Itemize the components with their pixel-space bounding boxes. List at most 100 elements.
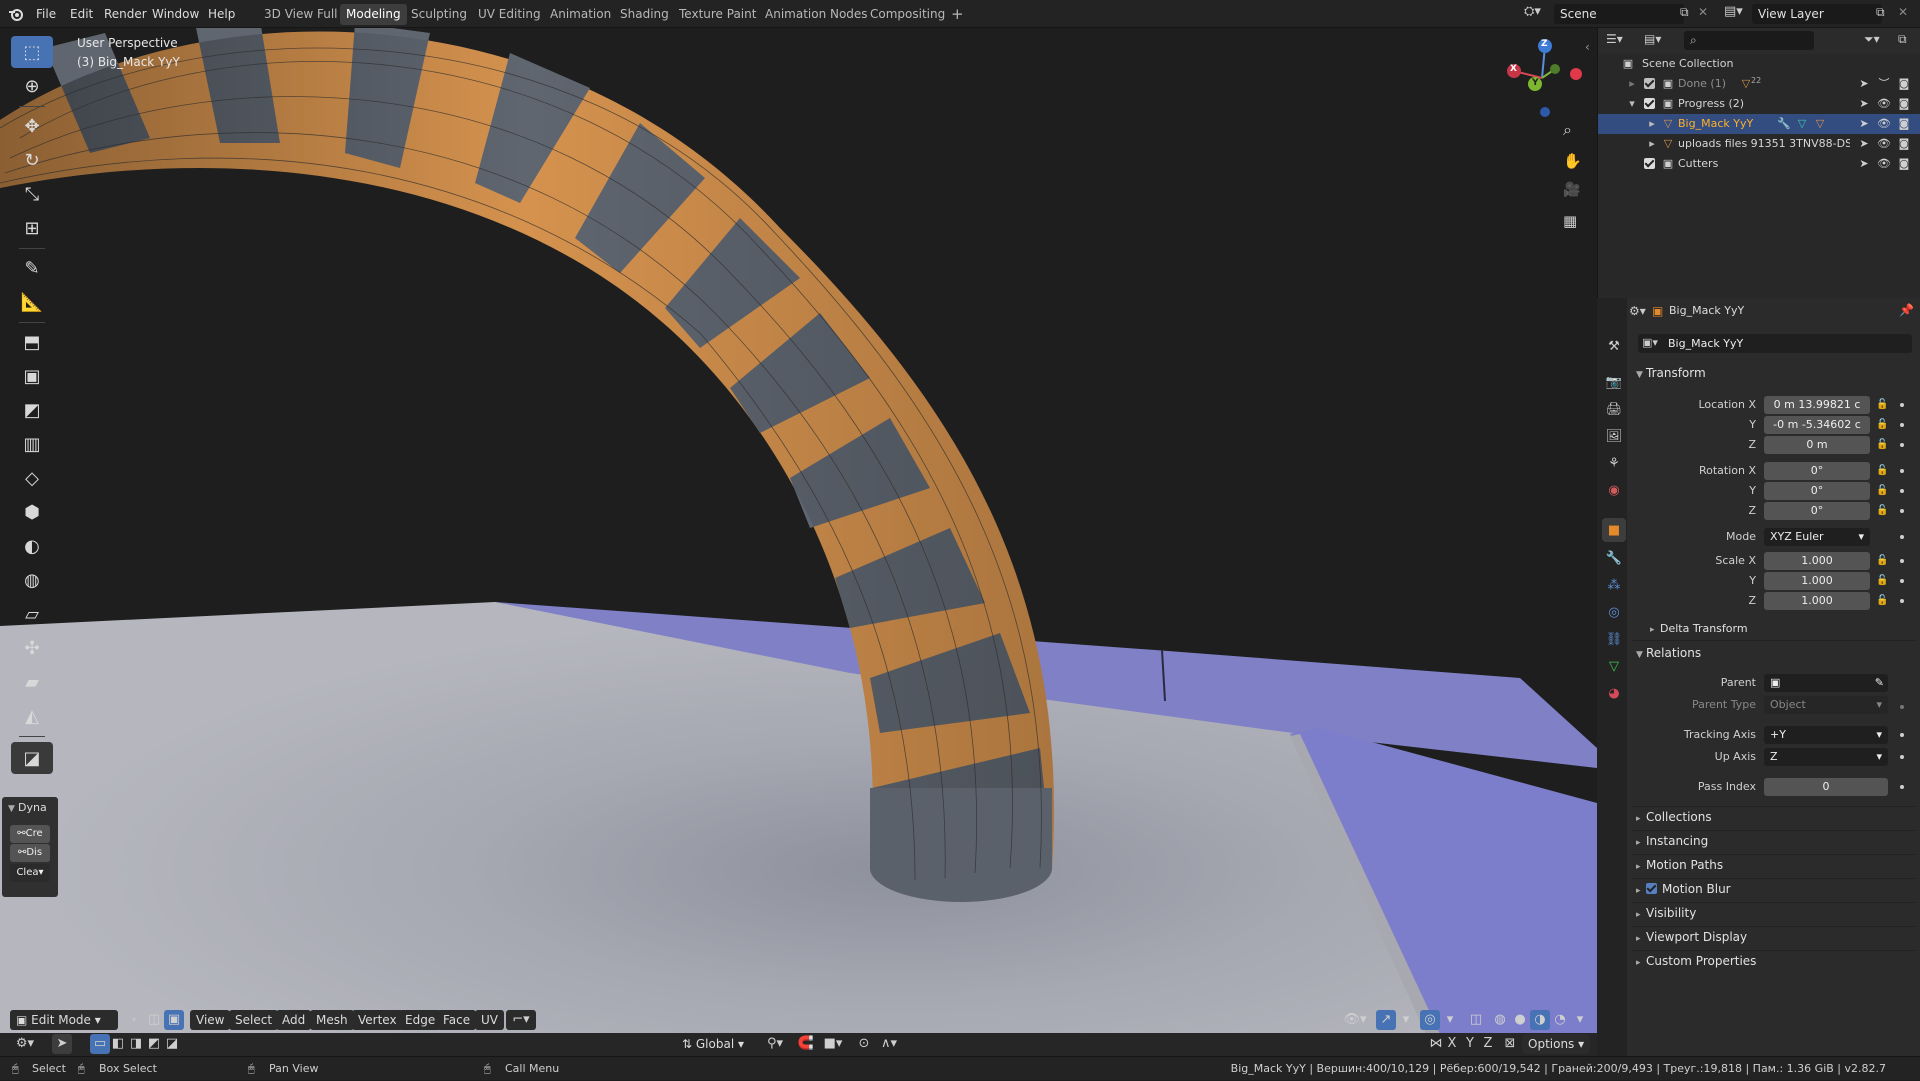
cursor-tool-icon[interactable]: ⊕ — [11, 70, 53, 102]
keyframe-dot[interactable] — [1900, 785, 1904, 789]
grid-view-icon[interactable]: ▦ — [1563, 212, 1577, 230]
camera-view-icon[interactable]: 🎥 — [1563, 182, 1580, 198]
keyframe-dot[interactable] — [1900, 559, 1904, 563]
delta-transform-subpanel[interactable]: ▸ Delta Transform — [1650, 622, 1748, 635]
location-y-field[interactable]: -0 m -5.34602 c — [1764, 416, 1870, 434]
measure-tool-icon[interactable]: 📐 — [11, 286, 53, 318]
tab-shading[interactable]: Shading — [614, 4, 675, 25]
lock-icon[interactable]: 🔓 — [1876, 575, 1888, 586]
keyframe-dot[interactable] — [1900, 535, 1904, 539]
scale-y-field[interactable]: 1.000 — [1764, 572, 1870, 590]
visibility-section-header[interactable]: ▸ Visibility — [1636, 906, 1696, 920]
falloff-icon[interactable]: ∧▾ — [874, 1034, 904, 1054]
outliner-editor-type-icon[interactable]: ☰▾ — [1606, 32, 1623, 46]
wireframe-shading-icon[interactable]: ◍ — [1490, 1010, 1510, 1030]
pass-index-field[interactable]: 0 — [1764, 778, 1888, 796]
new-collection-icon[interactable]: ⧉ — [1898, 32, 1907, 47]
select-invert-icon[interactable]: ◩ — [144, 1034, 164, 1054]
transform-tool-icon[interactable]: ⊞ — [11, 212, 53, 244]
gizmo-toggle-icon[interactable]: ↗ — [1376, 1010, 1396, 1030]
menu-select[interactable]: Select — [229, 1010, 279, 1030]
vertex-select-icon[interactable]: ⬞ — [124, 1010, 144, 1030]
select-intersect-icon[interactable]: ◪ — [162, 1034, 182, 1054]
up-axis-select[interactable]: Z ▾ — [1764, 748, 1888, 766]
motion-paths-section-header[interactable]: ▸ Motion Paths — [1636, 858, 1723, 872]
tab-animation-nodes[interactable]: Animation Nodes — [759, 4, 874, 25]
scene-collection-row[interactable]: ▣ Scene Collection — [1598, 54, 1920, 74]
mirror-x-button[interactable]: X — [1442, 1034, 1462, 1054]
gizmo-dropdown-icon[interactable]: ▾ — [1396, 1010, 1416, 1030]
rip-region-tool-icon[interactable]: ◭ — [11, 700, 53, 732]
spin-tool-icon[interactable]: ◐ — [11, 530, 53, 562]
new-scene-icon[interactable]: ⧉ — [1680, 5, 1689, 20]
delete-view-layer-icon[interactable]: ✕ — [1898, 5, 1908, 19]
transform-section-header[interactable]: ▼ Transform — [1636, 366, 1706, 380]
tab-compositing[interactable]: Compositing — [864, 4, 951, 25]
view-layer-field[interactable]: View Layer — [1752, 4, 1882, 24]
camera-icon[interactable]: ◙ — [1896, 94, 1912, 114]
eyedropper-icon[interactable]: ✎ — [1875, 674, 1884, 692]
camera-icon[interactable]: ◙ — [1896, 154, 1912, 174]
face-select-icon[interactable]: ▣ — [164, 1010, 184, 1030]
constraints-tab-icon[interactable]: ⛓ — [1602, 627, 1626, 651]
object-name-field[interactable]: Big_Mack YyY — [1638, 334, 1912, 353]
filter-icon[interactable]: ⏷▾ — [1864, 32, 1880, 47]
keyframe-dot[interactable] — [1900, 489, 1904, 493]
bevel-tool-icon[interactable]: ◩ — [11, 394, 53, 426]
lock-icon[interactable]: 🔓 — [1876, 555, 1888, 566]
keyframe-dot[interactable] — [1900, 469, 1904, 473]
mirror-z-button[interactable]: Z — [1478, 1034, 1498, 1054]
viewport-display-section-header[interactable]: ▸ Viewport Display — [1636, 930, 1747, 944]
proportional-edit-icon[interactable]: ⊙ — [854, 1034, 874, 1054]
shrink-fatten-tool-icon[interactable]: ✣ — [11, 632, 53, 664]
camera-icon[interactable]: ◙ — [1896, 134, 1912, 154]
dyntopo-dissolve-button[interactable]: ⚯Dis — [10, 844, 50, 862]
output-tab-icon[interactable]: 🖨 — [1602, 397, 1626, 421]
pin-icon[interactable]: 📌 — [1899, 303, 1914, 317]
properties-editor-type-icon[interactable]: ⚙▾ — [1629, 304, 1646, 318]
knife-tool-icon[interactable]: ◇ — [11, 462, 53, 494]
keyframe-dot[interactable] — [1900, 733, 1904, 737]
keyframe-dot[interactable] — [1900, 443, 1904, 447]
scene-field[interactable]: Scene — [1554, 4, 1684, 24]
keyframe-dot[interactable] — [1900, 705, 1904, 709]
keyframe-dot[interactable] — [1900, 509, 1904, 513]
camera-icon[interactable]: ◙ — [1896, 114, 1912, 134]
outliner-search-input[interactable]: ⌕ — [1684, 31, 1814, 50]
outliner-row-big-mack[interactable]: ▸ ▽ Big_Mack YyY 🔧 ▽ ▽ ➤ 👁 ◙ — [1598, 114, 1920, 134]
rotation-x-field[interactable]: 0° — [1764, 462, 1870, 480]
menu-vertex[interactable]: Vertex — [352, 1010, 403, 1030]
select-arrow-icon[interactable]: ➤ — [1856, 74, 1872, 94]
rotation-mode-select[interactable]: XYZ Euler ▾ — [1764, 528, 1870, 546]
blender-logo-icon[interactable] — [8, 6, 24, 22]
scale-z-field[interactable]: 1.000 — [1764, 592, 1870, 610]
menu-face[interactable]: Face — [437, 1010, 477, 1030]
pivot-point-icon[interactable]: ⚲▾ — [760, 1034, 790, 1054]
options-dropdown[interactable]: Options ▾ — [1522, 1034, 1591, 1054]
lock-icon[interactable]: 🔓 — [1876, 419, 1888, 430]
outliner-row-cutters[interactable]: ▣ Cutters ➤ 👁 ◙ — [1598, 154, 1920, 174]
view-layer-tab-icon[interactable]: 🖼 — [1602, 424, 1626, 448]
menu-view[interactable]: View — [190, 1010, 231, 1030]
menu-edge[interactable]: Edge — [399, 1010, 442, 1030]
dyntopo-create-button[interactable]: ⚯Cre — [10, 825, 50, 843]
edge-select-icon[interactable]: ◫ — [144, 1010, 164, 1030]
overlay-dropdown-icon[interactable]: ▾ — [1440, 1010, 1460, 1030]
scene-tab-icon[interactable]: ⚘ — [1602, 451, 1626, 475]
overlay-toggle-icon[interactable]: ◎ — [1420, 1010, 1440, 1030]
eye-hidden-icon[interactable]: ︶ — [1876, 74, 1892, 94]
menu-uv[interactable]: UV — [475, 1010, 504, 1030]
add-workspace-button[interactable]: + — [945, 4, 970, 25]
move-tool-icon[interactable]: ✥ — [11, 110, 53, 142]
instancing-section-header[interactable]: ▸ Instancing — [1636, 834, 1708, 848]
object-tab-icon[interactable]: ■ — [1602, 518, 1626, 542]
custom-properties-section-header[interactable]: ▸ Custom Properties — [1636, 954, 1756, 968]
modifier-tab-icon[interactable]: 🔧 — [1602, 546, 1626, 570]
visibility-toggle-icon[interactable]: 👁▾ — [1340, 1010, 1370, 1030]
lock-icon[interactable]: 🔓 — [1876, 505, 1888, 516]
eye-icon[interactable]: 👁 — [1876, 134, 1892, 154]
lock-icon[interactable]: 🔓 — [1876, 595, 1888, 606]
lock-icon[interactable]: 🔓 — [1876, 439, 1888, 450]
world-tab-icon[interactable]: ◉ — [1602, 478, 1626, 502]
material-tab-icon[interactable]: ◕ — [1602, 681, 1626, 705]
